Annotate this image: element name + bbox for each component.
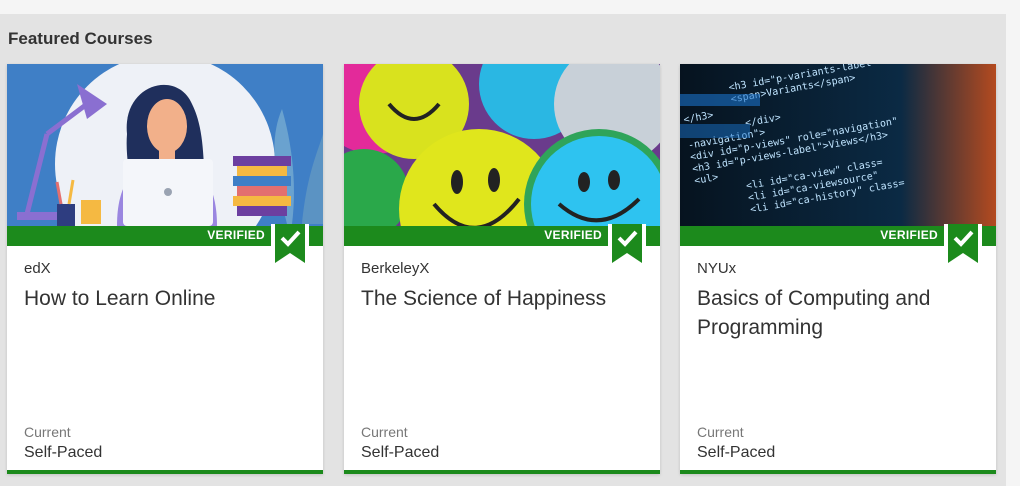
verified-ribbon-icon xyxy=(944,224,982,270)
verified-ribbon-icon xyxy=(608,224,646,270)
verified-ribbon-icon xyxy=(271,224,309,270)
course-title[interactable]: How to Learn Online xyxy=(24,284,314,313)
course-title[interactable]: The Science of Happiness xyxy=(361,284,651,313)
course-title[interactable]: Basics of Computing and Programming xyxy=(697,284,987,342)
course-card[interactable]: VERIFIED edX How to Learn Online Current… xyxy=(7,64,323,474)
pace-value: Self-Paced xyxy=(697,444,776,461)
pace-value: Self-Paced xyxy=(24,444,103,461)
verified-label: VERIFIED xyxy=(544,228,602,242)
course-org: edX xyxy=(24,260,51,277)
verified-label: VERIFIED xyxy=(207,228,265,242)
pace-label: Current xyxy=(361,424,408,440)
pace-label: Current xyxy=(697,424,744,440)
course-image: <h3 id="p-variants-label"> <span>Variant… xyxy=(680,64,996,226)
course-card[interactable]: VERIFIED BerkeleyX The Science of Happin… xyxy=(344,64,660,474)
verified-label: VERIFIED xyxy=(880,228,938,242)
course-org: NYUx xyxy=(697,260,737,277)
pace-value: Self-Paced xyxy=(361,444,440,461)
section-title: Featured Courses xyxy=(8,29,153,48)
course-image xyxy=(344,64,660,226)
course-org: BerkeleyX xyxy=(361,260,430,277)
course-image xyxy=(7,64,323,226)
pace-label: Current xyxy=(24,424,71,440)
course-card[interactable]: <h3 id="p-variants-label"> <span>Variant… xyxy=(680,64,996,474)
